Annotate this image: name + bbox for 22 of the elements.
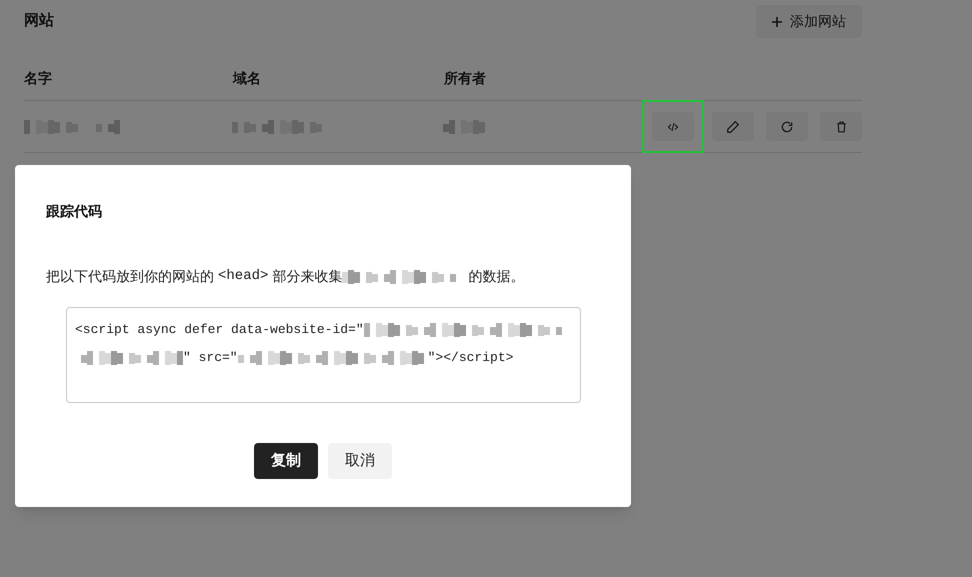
- message-text: 把以下代码放到你的网站的: [46, 267, 214, 286]
- edit-button[interactable]: [712, 112, 754, 141]
- reset-button[interactable]: [766, 112, 808, 141]
- column-header: 名字: [24, 69, 53, 88]
- message-text: 的数据。: [468, 267, 524, 286]
- dialog-title: 跟踪代码: [46, 202, 103, 221]
- column-header: 域名: [233, 69, 262, 88]
- column-header: 所有者: [444, 69, 487, 88]
- refresh-icon: [780, 120, 794, 134]
- page-title: 网站: [24, 11, 54, 32]
- pencil-icon: [726, 120, 740, 134]
- copy-button[interactable]: 复制: [254, 443, 318, 479]
- message-text: 部分来收集: [272, 267, 342, 286]
- delete-button[interactable]: [820, 112, 862, 141]
- plus-icon: [772, 16, 782, 26]
- redacted-text-drawing: [442, 120, 485, 134]
- head-tag-text: <head>: [218, 267, 268, 286]
- cancel-button[interactable]: 取消: [328, 443, 392, 479]
- add-website-button[interactable]: 添加网站: [756, 5, 862, 38]
- trash-icon: [834, 120, 848, 134]
- code-field[interactable]: <script async defer data-website-id=" " src=" "></script>: [66, 307, 581, 403]
- code-icon: [667, 120, 679, 132]
